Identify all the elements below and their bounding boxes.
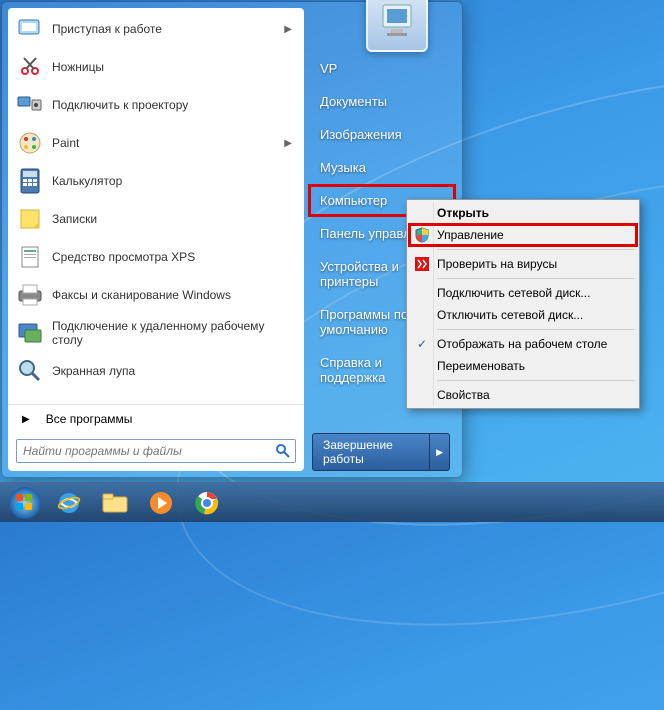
remote-desktop-icon: [16, 319, 44, 347]
all-programs[interactable]: ▶ Все программы: [8, 404, 304, 433]
ctx-map-drive[interactable]: Подключить сетевой диск...: [409, 282, 637, 304]
program-item-label: Факсы и сканирование Windows: [52, 288, 296, 302]
program-item-snipping-tool[interactable]: Ножницы: [8, 48, 304, 86]
program-item-label: Ножницы: [52, 60, 296, 74]
scissors-icon: [16, 53, 44, 81]
ctx-rename[interactable]: Переименовать: [409, 355, 637, 377]
ctx-manage[interactable]: Управление: [409, 224, 637, 246]
shutdown-label[interactable]: Завершение работы: [313, 434, 429, 470]
xps-viewer-icon: [16, 243, 44, 271]
right-item-user[interactable]: VP: [308, 52, 456, 85]
search-box[interactable]: [16, 439, 296, 463]
program-item-label: Приступая к работе: [52, 22, 284, 36]
projector-icon: [16, 91, 44, 119]
ctx-item-label: Подключить сетевой диск...: [437, 286, 590, 300]
program-item-fax-scan[interactable]: Факсы и сканирование Windows: [8, 276, 304, 314]
expand-arrow-icon: ▶: [22, 414, 30, 425]
taskbar: [0, 482, 664, 522]
all-programs-label: Все программы: [46, 412, 133, 426]
context-menu-separator: [437, 249, 635, 250]
taskbar-wmp[interactable]: [139, 487, 183, 519]
program-item-label: Записки: [52, 212, 296, 226]
ctx-unmap-drive[interactable]: Отключить сетевой диск...: [409, 304, 637, 326]
program-item-remote-desktop[interactable]: Подключение к удаленному рабочему столу: [8, 314, 304, 352]
ctx-item-label: Отключить сетевой диск...: [437, 308, 583, 322]
program-item-magnifier[interactable]: Экранная лупа: [8, 352, 304, 390]
program-item-xps-viewer[interactable]: Средство просмотра XPS: [8, 238, 304, 276]
getting-started-icon: [16, 15, 44, 43]
ctx-scan-virus[interactable]: Проверить на вирусы: [409, 253, 637, 275]
ctx-item-label: Свойства: [437, 388, 490, 402]
program-item-projector[interactable]: Подключить к проектору: [8, 86, 304, 124]
submenu-arrow-icon: ▶: [284, 24, 292, 35]
ctx-item-label: Управление: [437, 228, 504, 242]
program-item-calculator[interactable]: Калькулятор: [8, 162, 304, 200]
program-item-label: Средство просмотра XPS: [52, 250, 296, 264]
check-icon: ✓: [413, 335, 431, 353]
program-item-sticky-notes[interactable]: Записки: [8, 200, 304, 238]
context-menu: Открыть Управление Проверить на вирусы П…: [406, 199, 640, 409]
sticky-notes-icon: [16, 205, 44, 233]
program-item-label: Калькулятор: [52, 174, 296, 188]
context-menu-separator: [437, 380, 635, 381]
right-item-documents[interactable]: Документы: [308, 85, 456, 118]
program-item-getting-started[interactable]: Приступая к работе ▶: [8, 10, 304, 48]
shield-icon: [413, 226, 431, 244]
start-menu: Приступая к работе ▶ Ножницы Подключить …: [1, 1, 463, 478]
context-menu-separator: [437, 329, 635, 330]
program-item-paint[interactable]: Paint ▶: [8, 124, 304, 162]
ctx-show-desktop[interactable]: ✓ Отображать на рабочем столе: [409, 333, 637, 355]
ctx-item-label: Открыть: [437, 206, 489, 220]
program-item-label: Подключить к проектору: [52, 98, 296, 112]
taskbar-ie[interactable]: [47, 487, 91, 519]
taskbar-explorer[interactable]: [93, 487, 137, 519]
user-picture[interactable]: [366, 0, 428, 52]
ctx-item-label: Переименовать: [437, 359, 525, 373]
calculator-icon: [16, 167, 44, 195]
search-icon[interactable]: [271, 443, 295, 459]
shutdown-button[interactable]: Завершение работы ▶: [312, 433, 450, 471]
right-item-music[interactable]: Музыка: [308, 151, 456, 184]
shutdown-row: Завершение работы ▶: [308, 433, 456, 471]
context-menu-separator: [437, 278, 635, 279]
kaspersky-icon: [413, 255, 431, 273]
program-list: Приступая к работе ▶ Ножницы Подключить …: [8, 8, 304, 404]
ctx-item-label: Проверить на вирусы: [437, 257, 557, 271]
fax-scan-icon: [16, 281, 44, 309]
ctx-item-label: Отображать на рабочем столе: [437, 337, 607, 351]
taskbar-chrome[interactable]: [185, 487, 229, 519]
program-item-label: Paint: [52, 136, 284, 150]
program-item-label: Подключение к удаленному рабочему столу: [52, 319, 296, 347]
paint-icon: [16, 129, 44, 157]
program-item-label: Экранная лупа: [52, 364, 296, 378]
start-button[interactable]: [4, 484, 46, 522]
search-input[interactable]: [17, 444, 271, 458]
ctx-open[interactable]: Открыть: [409, 202, 637, 224]
magnifier-icon: [16, 357, 44, 385]
start-menu-left: Приступая к работе ▶ Ножницы Подключить …: [8, 8, 304, 471]
shutdown-split-icon[interactable]: ▶: [429, 434, 449, 470]
right-item-pictures[interactable]: Изображения: [308, 118, 456, 151]
submenu-arrow-icon: ▶: [284, 138, 292, 149]
ctx-properties[interactable]: Свойства: [409, 384, 637, 406]
